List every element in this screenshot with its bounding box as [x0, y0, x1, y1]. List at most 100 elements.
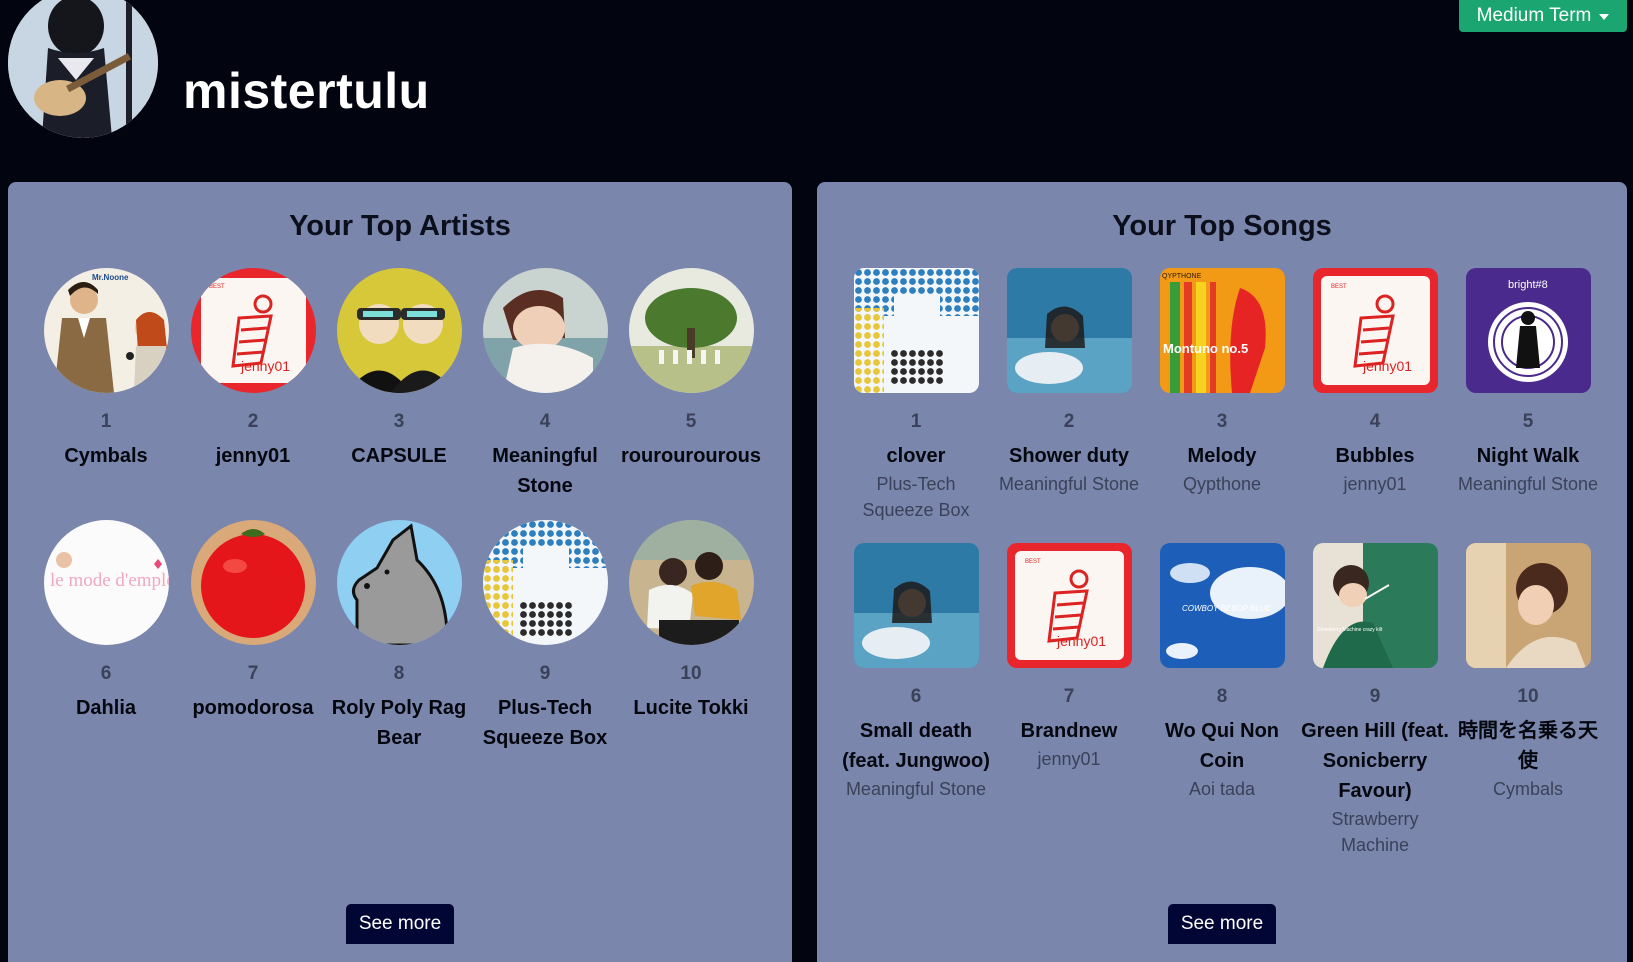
artist-rank: 1: [100, 411, 112, 432]
song-rank: 9: [1369, 686, 1381, 707]
song-artist: Meaningful Stone: [845, 779, 987, 799]
song-rank: 4: [1369, 411, 1381, 432]
album-cover: Strawberry Machine crazy kilt: [1312, 543, 1438, 668]
song-title: Melody: [1187, 445, 1257, 467]
artist-rank: 5: [685, 411, 697, 432]
song-rank: 5: [1522, 411, 1534, 432]
cover-badge: BEST: [1331, 284, 1347, 290]
album-cover: QYPTHONE Montuno no.5: [1159, 268, 1285, 393]
song-artist: jenny01: [1343, 474, 1407, 494]
album-cover: COWBOY BEBOP BLUE: [1159, 543, 1285, 668]
artist-rank: 6: [100, 663, 112, 684]
song-rank: 3: [1216, 411, 1228, 432]
song-artist: Cymbals: [1492, 779, 1563, 799]
song-card[interactable]: 1 clover Plus-Tech Squeeze Box: [841, 268, 991, 523]
song-artist: Strawberry Machine: [1331, 809, 1419, 855]
album-cover: [853, 543, 979, 668]
artist-image: [628, 268, 754, 393]
profile-header: mistertulu Medium Term: [0, 0, 1633, 182]
artist-image: [336, 268, 462, 393]
artist-card[interactable]: 8 Roly Poly Rag Bear: [324, 520, 474, 753]
top-songs-panel: Your Top Songs 1 clover Plus-Tech Squeez…: [817, 182, 1627, 962]
song-card[interactable]: 6 Small death (feat. Jungwoo) Meaningful…: [841, 543, 991, 802]
song-rank: 2: [1063, 411, 1075, 432]
song-artist: jenny01: [1037, 749, 1101, 769]
album-cover: [853, 268, 979, 393]
artist-rank: 8: [393, 663, 405, 684]
song-card[interactable]: COWBOY BEBOP BLUE 8 Wo Qui Non Coin Aoi …: [1147, 543, 1297, 802]
cover-text: Montuno no.5: [1163, 341, 1248, 356]
artist-image: [628, 520, 754, 645]
song-title: clover: [886, 445, 946, 467]
top-artists-panel: Your Top Artists Mr.Noone 1 Cymbals BEST…: [8, 182, 792, 962]
song-card[interactable]: QYPTHONE Montuno no.5 3 Melody Qypthone: [1147, 268, 1297, 497]
cover-text: Strawberry Machine crazy kilt: [1317, 627, 1383, 633]
album-cover: BEST jenny01: [1312, 268, 1438, 393]
artist-card[interactable]: 3 CAPSULE: [324, 268, 474, 471]
artist-card[interactable]: 4 Meaningful Stone: [470, 268, 620, 501]
term-label: Medium Term: [1476, 5, 1592, 26]
artist-rank: 3: [393, 411, 405, 432]
song-title: Bubbles: [1335, 445, 1415, 467]
artist-card[interactable]: 7 pomodorosa: [178, 520, 328, 723]
song-title: Night Walk: [1476, 445, 1580, 467]
artist-name: jenny01: [215, 445, 291, 467]
see-more-songs-button[interactable]: See more: [1168, 904, 1276, 944]
artist-card[interactable]: 9 Plus-Tech Squeeze Box: [470, 520, 620, 753]
artist-name: Lucite Tokki: [633, 697, 749, 719]
artist-rank: 7: [247, 663, 259, 684]
album-cover: BEST jenny01: [1006, 543, 1132, 668]
artist-image: [336, 520, 462, 645]
album-cover: bright#8: [1465, 268, 1591, 393]
artist-card[interactable]: le mode d'emploi 6 Dahlia: [31, 520, 181, 723]
cover-header: QYPTHONE: [1162, 273, 1202, 280]
song-title: Green Hill (feat. Sonicberry Favour): [1301, 720, 1449, 802]
artist-image: [482, 520, 608, 645]
song-artist: Plus-Tech Squeeze Box: [862, 474, 970, 520]
song-artist: Qypthone: [1182, 474, 1262, 494]
cover-text: bright#8: [1508, 279, 1548, 291]
song-rank: 6: [910, 686, 922, 707]
artist-rank: 9: [539, 663, 551, 684]
artist-name: Plus-Tech Squeeze Box: [482, 697, 608, 749]
artist-image: le mode d'emploi: [43, 520, 169, 645]
artist-image: [482, 268, 608, 393]
song-card[interactable]: BEST jenny01 4 Bubbles jenny01: [1300, 268, 1450, 497]
song-title: Small death (feat. Jungwoo): [842, 720, 990, 772]
username: mistertulu: [183, 63, 430, 119]
artist-card[interactable]: 5 rourourourous: [616, 268, 766, 471]
song-card[interactable]: 2 Shower duty Meaningful Stone: [994, 268, 1144, 497]
artist-card[interactable]: Mr.Noone 1 Cymbals: [31, 268, 181, 471]
artist-rank: 10: [680, 663, 702, 684]
panel-title: Your Top Artists: [289, 210, 511, 242]
song-rank: 8: [1216, 686, 1228, 707]
panel-title: Your Top Songs: [1112, 210, 1332, 242]
user-avatar[interactable]: [8, 0, 158, 138]
album-cover: [1006, 268, 1132, 393]
chevron-down-icon: [1599, 14, 1610, 20]
artist-name: Cymbals: [64, 445, 148, 467]
song-rank: 1: [910, 411, 922, 432]
artist-name: pomodorosa: [192, 697, 314, 719]
song-artist: Aoi tada: [1188, 779, 1256, 799]
artist-name: Dahlia: [75, 697, 137, 719]
artist-name: Roly Poly Rag Bear: [331, 697, 467, 749]
song-title: Brandnew: [1020, 720, 1118, 742]
artist-image: [190, 520, 316, 645]
artist-name: CAPSULE: [351, 445, 447, 467]
artist-card[interactable]: 10 Lucite Tokki: [616, 520, 766, 723]
song-card[interactable]: BEST jenny01 7 Brandnew jenny01: [994, 543, 1144, 772]
artist-name: Meaningful Stone: [492, 445, 598, 497]
song-title: 時間を名乗る天使: [1458, 720, 1598, 772]
song-artist: Meaningful Stone: [998, 474, 1140, 494]
song-card[interactable]: bright#8 5 Night Walk Meaningful Stone: [1453, 268, 1603, 497]
song-card[interactable]: 10 時間を名乗る天使 Cymbals: [1453, 543, 1603, 802]
song-card[interactable]: Strawberry Machine crazy kilt 9 Green Hi…: [1300, 543, 1450, 858]
cover-text: Mr.Noone: [92, 273, 129, 282]
song-rank: 10: [1517, 686, 1539, 707]
artist-card[interactable]: BEST jenny01 2 jenny01: [178, 268, 328, 471]
song-title: Shower duty: [1008, 445, 1129, 467]
see-more-artists-button[interactable]: See more: [346, 904, 454, 944]
cover-badge: BEST: [1025, 559, 1041, 565]
term-dropdown-button[interactable]: Medium Term: [1459, 0, 1627, 32]
